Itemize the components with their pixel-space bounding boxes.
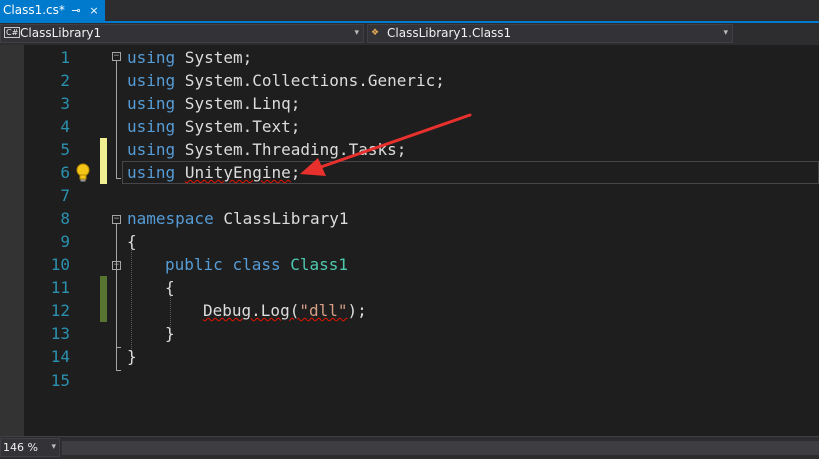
document-tab-strip: Class1.cs* ⊸ ×	[0, 0, 819, 21]
code-line-9: {	[127, 232, 137, 251]
indicator-margin	[0, 45, 24, 436]
collapse-namespace-icon[interactable]: −	[112, 215, 121, 224]
error-squiggle: Debug.Log(	[203, 301, 300, 320]
line-number: 1	[60, 48, 70, 67]
zoom-value: 146 %	[3, 441, 38, 454]
line-number: 15	[50, 371, 70, 390]
navigation-bar: C# ClassLibrary1 ▾ ❖ ClassLibrary1.Class…	[0, 23, 819, 45]
code-line-1: using System;	[127, 48, 253, 67]
code-line-8: namespace ClassLibrary1	[127, 209, 349, 228]
collapse-usings-icon[interactable]: −	[112, 52, 121, 61]
code-line-12: Debug.Log("dll");	[203, 301, 367, 320]
code-line-6: using UnityEngine;	[127, 163, 301, 182]
code-line-10: public class Class1	[165, 255, 349, 274]
line-number: 4	[60, 117, 70, 136]
type-dropdown-value: ClassLibrary1.Class1	[387, 26, 512, 40]
horizontal-scrollbar[interactable]	[62, 441, 819, 455]
line-number: 7	[60, 186, 70, 205]
chevron-down-icon: ▾	[723, 28, 728, 38]
outline-end	[116, 370, 121, 371]
class-icon: ❖	[371, 28, 380, 38]
chevron-down-icon: ▾	[354, 28, 359, 38]
line-number: 3	[60, 94, 70, 113]
code-line-3: using System.Linq;	[127, 94, 301, 113]
line-number: 5	[60, 140, 70, 159]
code-line-11: {	[165, 278, 175, 297]
outline-line	[116, 61, 117, 178]
chevron-down-icon: ▾	[51, 442, 56, 452]
project-dropdown-value: ClassLibrary1	[20, 26, 102, 40]
code-line-4: using System.Text;	[127, 117, 301, 136]
tab-class1-cs[interactable]: Class1.cs* ⊸ ×	[0, 0, 105, 21]
tab-title: Class1.cs*	[3, 3, 65, 17]
collapse-class-icon[interactable]: −	[112, 261, 121, 270]
unsaved-change-indicator	[100, 138, 107, 184]
line-number: 8	[60, 209, 70, 228]
line-number: 10	[50, 255, 70, 274]
pin-icon[interactable]: ⊸	[70, 0, 82, 21]
line-number: 9	[60, 232, 70, 251]
zoom-dropdown[interactable]: 146 % ▾	[0, 438, 60, 457]
lightbulb-icon[interactable]	[73, 161, 93, 184]
close-icon[interactable]: ×	[88, 0, 100, 21]
line-number: 2	[60, 71, 70, 90]
code-line-14: }	[127, 347, 137, 366]
saved-change-indicator	[100, 276, 107, 322]
editor-status-bar: 146 % ▾	[0, 436, 819, 459]
project-dropdown[interactable]: C# ClassLibrary1 ▾	[0, 24, 364, 43]
line-number: 12	[50, 301, 70, 320]
outline-line	[116, 270, 117, 347]
line-number: 13	[50, 324, 70, 343]
csharp-project-icon: C#	[4, 27, 21, 38]
code-line-2: using System.Collections.Generic;	[127, 71, 445, 90]
line-number: 11	[50, 278, 70, 297]
code-editor[interactable]: 1 2 3 4 5 6 7 8 9 10 11 12 13 14 15 − − …	[0, 45, 819, 436]
line-number: 6	[60, 163, 70, 182]
type-dropdown[interactable]: ❖ ClassLibrary1.Class1 ▾	[367, 24, 733, 43]
outline-end	[116, 347, 121, 348]
code-line-5: using System.Threading.Tasks;	[127, 140, 407, 159]
line-number: 14	[50, 347, 70, 366]
outline-end	[116, 178, 121, 179]
error-squiggle: UnityEngine	[184, 163, 291, 182]
code-line-13: }	[165, 324, 175, 343]
